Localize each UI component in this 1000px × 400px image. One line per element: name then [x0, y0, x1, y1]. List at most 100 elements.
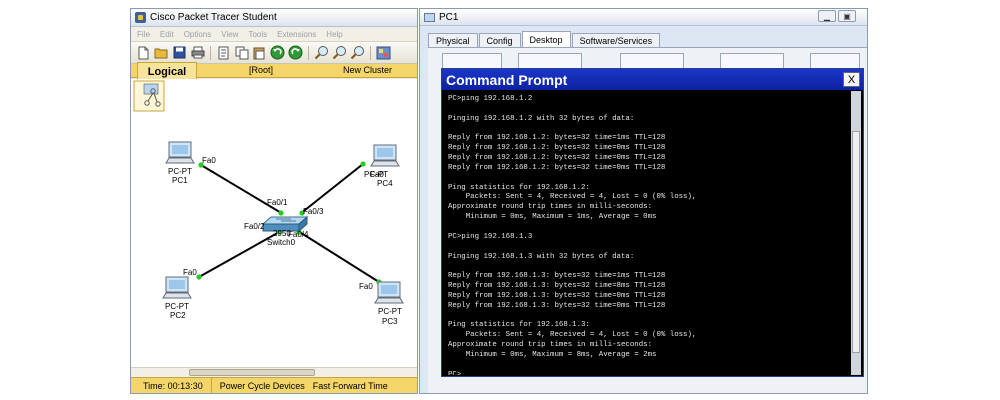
pc4-name-label: PC4 — [377, 179, 393, 188]
terminal-line: Approximate round trip times in milli-se… — [448, 341, 653, 350]
pc1-device-icon[interactable] — [165, 141, 195, 164]
topology-diagram — [133, 80, 404, 304]
terminal-line: Packets: Sent = 4, Received = 4, Lost = … — [448, 193, 697, 202]
toolbar-separator — [370, 45, 371, 60]
switch-port-fa0-3: Fa0/3 — [303, 207, 324, 216]
main-toolbar — [131, 42, 417, 64]
new-file-icon[interactable] — [136, 45, 151, 60]
terminal-line: Ping statistics for 192.168.1.2: — [448, 183, 590, 192]
toolbar-separator — [308, 45, 309, 60]
desktop-app-tile — [518, 53, 582, 69]
pc2-device-icon[interactable] — [162, 276, 192, 299]
terminal-line: Reply from 192.168.1.3: bytes=32 time=1m… — [448, 272, 666, 281]
pc2-port-label: Fa0 — [183, 268, 197, 277]
desktop-app-tile — [620, 53, 684, 69]
simulation-time: Time: 00:13:30 — [131, 378, 212, 393]
workspace-horizontal-scrollbar[interactable] — [131, 367, 417, 377]
pc3-type-label: PC-PT — [378, 307, 402, 316]
tab-physical[interactable]: Physical — [428, 33, 478, 47]
paste-icon[interactable] — [252, 45, 267, 60]
pc1-name-label: PC1 — [172, 176, 188, 185]
terminal-line: Packets: Sent = 4, Received = 4, Lost = … — [448, 331, 697, 340]
pc2-type-label: PC-PT — [165, 302, 189, 311]
zoom-in-icon[interactable] — [314, 45, 329, 60]
terminal-line: Reply from 192.168.1.2: bytes=32 time=1m… — [448, 134, 666, 143]
menu-bar: File Edit Options View Tools Extensions … — [131, 27, 417, 42]
toolbar-separator — [210, 45, 211, 60]
command-prompt-output[interactable]: PC>ping 192.168.1.2 Pinging 192.168.1.2 … — [448, 95, 846, 375]
terminal-line: Reply from 192.168.1.3: bytes=32 time=0m… — [448, 291, 666, 300]
activity-wizard-icon[interactable] — [216, 45, 231, 60]
copy-icon[interactable] — [234, 45, 249, 60]
pc1-title: PC1 — [439, 11, 459, 23]
menu-tools[interactable]: Tools — [248, 30, 267, 39]
menu-options[interactable]: Options — [184, 30, 212, 39]
redo-icon[interactable] — [288, 45, 303, 60]
print-icon[interactable] — [190, 45, 205, 60]
menu-help[interactable]: Help — [326, 30, 342, 39]
terminal-line: Reply from 192.168.1.2: bytes=32 time=0m… — [448, 163, 666, 172]
command-prompt-window: Command Prompt X PC>ping 192.168.1.2 Pin… — [441, 68, 864, 377]
pc1-tabbar: Physical Config Desktop Software/Service… — [428, 31, 661, 47]
packet-tracer-app-icon — [135, 12, 146, 23]
pc1-titlebar[interactable]: PC1 ▁ ▣ — [420, 9, 867, 26]
zoom-out-icon[interactable] — [350, 45, 365, 60]
menu-view[interactable]: View — [221, 30, 238, 39]
tab-config[interactable]: Config — [478, 33, 521, 47]
logical-workspace[interactable]: PC-PT PC1 Fa0 PC-PT PC4 Fa0 PC-PT PC2 Fa… — [131, 79, 417, 375]
power-cycle-devices-button[interactable]: Power Cycle Devices — [212, 381, 305, 391]
terminal-line: Pinging 192.168.1.2 with 32 bytes of dat… — [448, 114, 635, 123]
realtime-status-bar: Time: 00:13:30 Power Cycle Devices Fast … — [131, 377, 417, 393]
undo-icon[interactable] — [270, 45, 285, 60]
pc1-type-label: PC-PT — [168, 167, 192, 176]
desktop-app-tile — [442, 53, 502, 69]
workspace-tabbar: Logical [Root] New Cluster — [131, 62, 417, 80]
maximize-button[interactable]: ▣ — [838, 10, 856, 22]
tab-logical[interactable]: Logical — [137, 62, 197, 80]
menu-edit[interactable]: Edit — [160, 30, 174, 39]
scrollbar-thumb[interactable] — [852, 131, 860, 353]
scrollbar-thumb[interactable] — [189, 369, 315, 376]
terminal-line: Reply from 192.168.1.2: bytes=32 time=0m… — [448, 154, 666, 163]
root-breadcrumb[interactable]: [Root] — [249, 65, 273, 75]
minimize-button[interactable]: ▁ — [818, 10, 836, 22]
zoom-reset-icon[interactable] — [332, 45, 347, 60]
packet-tracer-titlebar[interactable]: Cisco Packet Tracer Student — [131, 9, 417, 27]
pc-window-icon — [424, 12, 435, 22]
terminal-line: Pinging 192.168.1.3 with 32 bytes of dat… — [448, 252, 635, 261]
terminal-line: PC> — [448, 370, 462, 375]
command-prompt-scrollbar[interactable] — [851, 91, 861, 375]
tab-software-services[interactable]: Software/Services — [571, 33, 661, 47]
navigation-icon[interactable] — [133, 80, 165, 112]
command-prompt-title: Command Prompt — [446, 71, 568, 88]
open-folder-icon[interactable] — [154, 45, 169, 60]
switch-port-fa0-1: Fa0/1 — [267, 198, 288, 207]
pc3-device-icon[interactable] — [374, 281, 404, 304]
menu-extensions[interactable]: Extensions — [277, 30, 316, 39]
terminal-line: Reply from 192.168.1.3: bytes=32 time=8m… — [448, 282, 666, 291]
terminal-line: PC>ping 192.168.1.3 — [448, 232, 533, 241]
packet-tracer-window: Cisco Packet Tracer Student File Edit Op… — [130, 8, 418, 394]
pc4-device-icon[interactable] — [370, 144, 400, 167]
palette-icon[interactable] — [376, 45, 391, 60]
command-prompt-titlebar[interactable]: Command Prompt X — [442, 69, 863, 90]
desktop-app-tile — [720, 53, 784, 69]
terminal-line: Ping statistics for 192.168.1.3: — [448, 321, 590, 330]
menu-file[interactable]: File — [137, 30, 150, 39]
close-button[interactable]: X — [843, 72, 860, 87]
terminal-line: Reply from 192.168.1.2: bytes=32 time=0m… — [448, 144, 666, 153]
save-icon[interactable] — [172, 45, 187, 60]
switch-name-label: Switch0 — [267, 238, 296, 247]
tab-desktop[interactable]: Desktop — [521, 31, 571, 47]
new-cluster-button[interactable]: New Cluster — [343, 65, 392, 75]
pc3-port-label: Fa0 — [359, 282, 373, 291]
fast-forward-time-button[interactable]: Fast Forward Time — [305, 381, 388, 391]
desktop-app-tile — [810, 53, 860, 69]
